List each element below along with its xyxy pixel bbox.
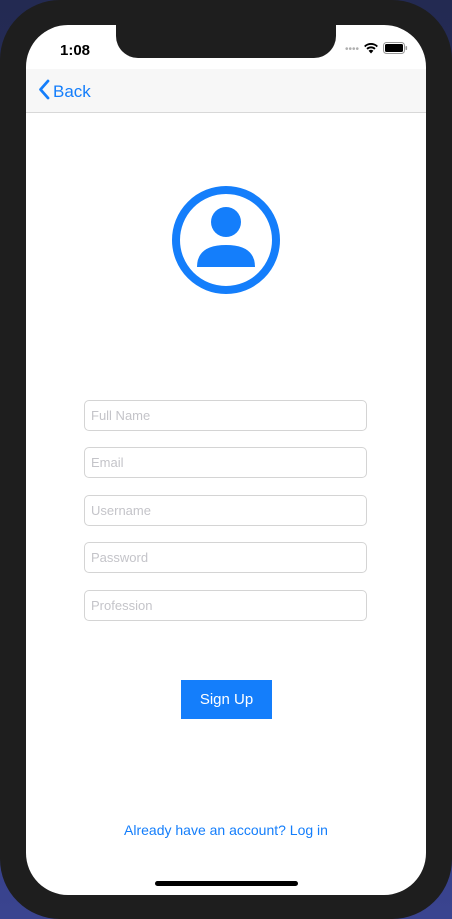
back-button[interactable]: Back [38,79,91,105]
password-field[interactable] [84,542,367,573]
phone-frame: 1:08 •••• Back Full Name Email Username … [0,0,452,919]
device-notch [116,25,336,58]
full-name-field[interactable] [84,400,367,431]
profession-field[interactable] [84,590,367,621]
chevron-left-icon [38,79,50,105]
signal-dots-icon: •••• [344,44,359,55]
battery-icon [383,41,408,59]
username-field[interactable] [84,495,367,526]
wifi-icon [363,41,379,59]
user-circle-icon [170,184,282,296]
navigation-bar: Back [26,69,426,113]
status-icons: •••• [344,41,408,59]
login-link[interactable]: Already have an account? Log in [26,822,426,838]
app-screen: 1:08 •••• Back Full Name Email Username … [26,25,426,895]
status-time: 1:08 [60,42,91,59]
back-label: Back [53,82,91,101]
home-indicator[interactable] [155,881,298,886]
sign-up-button[interactable]: Sign Up [181,680,272,719]
email-field[interactable] [84,447,367,478]
